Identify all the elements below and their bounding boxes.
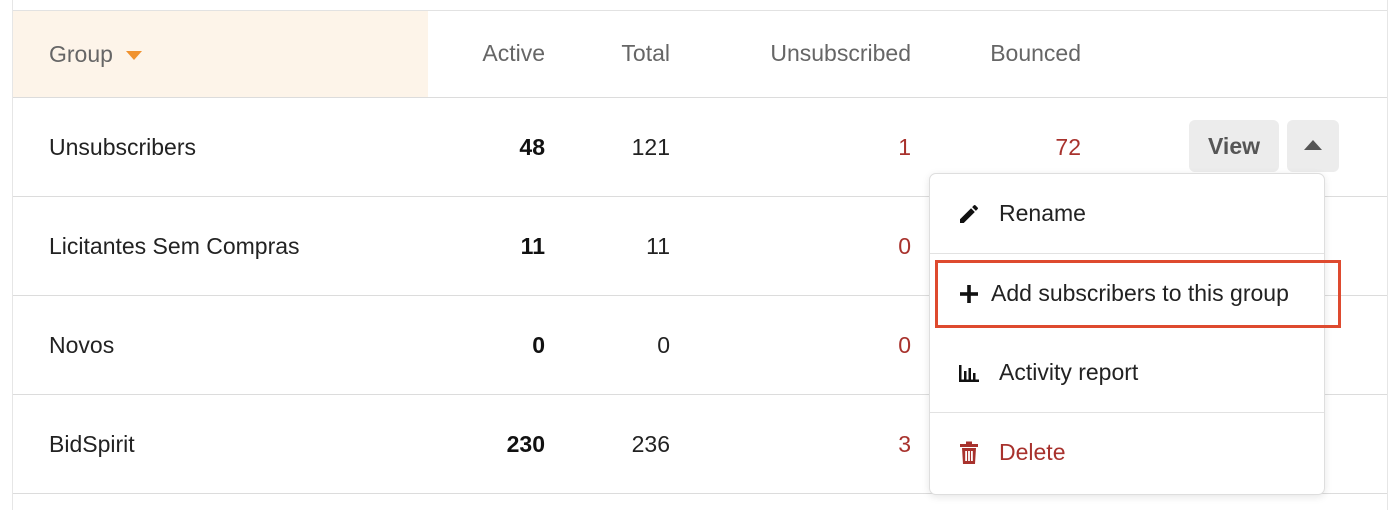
sort-descending-icon — [125, 50, 142, 60]
pencil-icon — [956, 201, 982, 227]
active-count: 0 — [532, 332, 545, 358]
unsubscribed-count[interactable]: 3 — [898, 395, 911, 493]
total-count: 236 — [631, 431, 670, 457]
view-button[interactable]: View — [1189, 120, 1279, 172]
row-actions-toggle-button[interactable] — [1287, 120, 1339, 172]
total-count: 121 — [631, 134, 670, 160]
active-count: 48 — [519, 134, 545, 160]
total-count: 11 — [646, 233, 670, 259]
menu-item-label: Rename — [999, 200, 1086, 226]
total-count: 0 — [657, 332, 670, 358]
group-name[interactable]: Novos — [49, 296, 114, 394]
table-header: Group Active Total Unsubscribed Bounced — [13, 11, 1387, 98]
column-header-unsubscribed[interactable]: Unsubscribed — [770, 11, 911, 97]
column-header-group[interactable]: Group — [13, 11, 428, 97]
active-count: 11 — [520, 233, 545, 259]
trash-icon — [956, 440, 982, 466]
group-name[interactable]: Licitantes Sem Compras — [49, 197, 300, 295]
group-actions-dropdown: Rename Add subscribers to this group Act… — [929, 173, 1325, 495]
active-count: 230 — [506, 431, 545, 457]
highlight-box — [935, 260, 1341, 328]
unsubscribed-count[interactable]: 1 — [898, 98, 911, 196]
column-header-total[interactable]: Total — [621, 11, 670, 97]
menu-item-rename[interactable]: Rename — [930, 174, 1324, 254]
group-name[interactable]: BidSpirit — [49, 395, 135, 493]
column-header-bounced[interactable]: Bounced — [990, 11, 1081, 97]
caret-up-icon — [1304, 140, 1322, 150]
menu-item-delete[interactable]: Delete — [930, 413, 1324, 492]
menu-item-activity-report[interactable]: Activity report — [930, 333, 1324, 413]
menu-item-label: Delete — [999, 439, 1066, 465]
unsubscribed-count[interactable]: 0 — [898, 296, 911, 394]
column-header-group-label: Group — [49, 40, 113, 67]
bar-chart-icon — [956, 360, 982, 386]
column-header-active[interactable]: Active — [482, 11, 545, 97]
menu-item-label: Activity report — [999, 359, 1139, 385]
unsubscribed-count[interactable]: 0 — [898, 197, 911, 295]
group-name[interactable]: Unsubscribers — [49, 98, 196, 196]
